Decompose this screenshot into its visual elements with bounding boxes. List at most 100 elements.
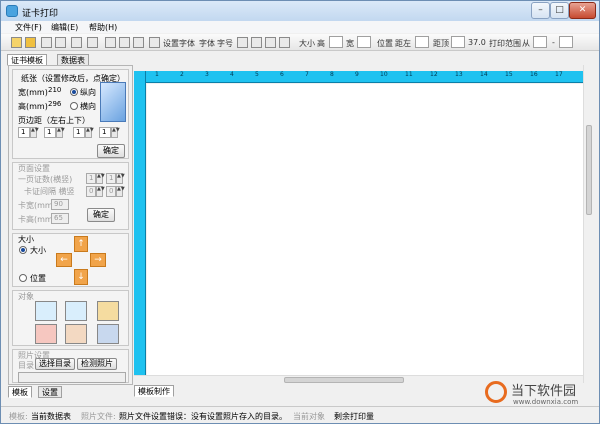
arrow-down-icon[interactable]: ↓ xyxy=(74,269,88,285)
print-from-input[interactable] xyxy=(533,36,547,48)
text-icon[interactable] xyxy=(149,37,160,48)
paper-width-field[interactable]: 210 xyxy=(46,86,66,97)
vertical-ruler xyxy=(134,71,146,376)
per-page-v-spin[interactable]: ▲▼ xyxy=(116,173,125,184)
per-page-v-field[interactable]: 1 xyxy=(106,173,116,184)
margin-left-field[interactable]: 1 xyxy=(18,127,30,138)
page-setup-ok-button[interactable]: 确定 xyxy=(87,208,115,222)
menu-help[interactable]: 帮助(H) xyxy=(89,22,117,33)
paper-group: 纸张（设置修改后，点确定） 宽(mm) 210 纵向 高(mm) 296 横向 … xyxy=(12,69,129,159)
print-icon[interactable] xyxy=(71,37,82,48)
save-as-icon[interactable] xyxy=(55,37,66,48)
position-radio[interactable] xyxy=(19,274,27,282)
minimize-button[interactable]: – xyxy=(531,2,550,19)
gap-h-field[interactable]: 0 xyxy=(86,186,96,197)
paper-ok-button[interactable]: 确定 xyxy=(97,144,125,158)
margin-top-field[interactable]: 1 xyxy=(73,127,85,138)
size-label: 大小 xyxy=(299,39,315,48)
open-icon[interactable] xyxy=(25,37,36,48)
margin-bottom-field[interactable]: 1 xyxy=(99,127,111,138)
card-height-field[interactable]: 65 xyxy=(51,213,69,224)
ruler-tick-label: 7 xyxy=(305,71,309,78)
watermark-url: www.downxia.com xyxy=(513,398,579,406)
shape-object-icon[interactable] xyxy=(97,301,119,321)
gap-v-spin[interactable]: ▲▼ xyxy=(116,186,125,197)
ruler-tick-label: 16 xyxy=(530,71,538,78)
tab-template-design[interactable]: 模板制作 xyxy=(134,385,174,397)
check-photo-button[interactable]: 检测照片 xyxy=(77,358,117,370)
tab-template[interactable]: 模板 xyxy=(8,386,32,398)
align-right-icon[interactable] xyxy=(279,37,290,48)
tab-settings[interactable]: 设置 xyxy=(38,386,62,398)
page-setup-group: 页面设置 一页证数(横竖) 1 ▲▼ 1 ▲▼ 卡证间隔 横竖 0 ▲▼ 0 ▲… xyxy=(12,162,129,230)
align-center-icon[interactable] xyxy=(265,37,276,48)
arrow-left-icon[interactable]: ← xyxy=(56,253,72,267)
vertical-scrollbar[interactable] xyxy=(583,65,593,383)
maximize-button[interactable]: □ xyxy=(550,2,569,19)
left-panel: 纸张（设置修改后，点确定） 宽(mm) 210 纵向 高(mm) 296 横向 … xyxy=(8,65,133,385)
gap-v-field[interactable]: 0 xyxy=(106,186,116,197)
per-page-h-spin[interactable]: ▲▼ xyxy=(96,173,105,184)
height-input[interactable] xyxy=(329,36,343,48)
photo-object-icon[interactable] xyxy=(65,324,87,344)
objects-group: 对象 xyxy=(12,290,129,346)
top-offset-input[interactable] xyxy=(451,36,465,48)
width-input[interactable] xyxy=(357,36,371,48)
top-offset-label: 距顶 xyxy=(433,39,449,48)
margin-right-spin[interactable]: ▲▼ xyxy=(56,127,65,138)
text-object-icon[interactable] xyxy=(35,301,57,321)
save-icon[interactable] xyxy=(41,37,52,48)
watermark-name: 当下软件园 xyxy=(511,384,577,399)
copy-icon[interactable] xyxy=(105,37,116,48)
status-photo-label: 照片文件: xyxy=(81,412,116,421)
image-object-icon[interactable] xyxy=(97,324,119,344)
paper-height-field[interactable]: 296 xyxy=(46,100,66,111)
app-window: 证卡打印 – □ ✕ 文件(F) 编辑(E) 帮助(H) 设置字体 字体 字号 … xyxy=(0,0,600,424)
status-template-label: 模板: xyxy=(9,412,28,421)
status-photo-value: 照片文件设置错误：没有设置照片存入的目录。 xyxy=(119,412,287,421)
portrait-radio[interactable] xyxy=(70,88,78,96)
paste-icon[interactable] xyxy=(119,37,130,48)
vertical-scroll-thumb[interactable] xyxy=(586,125,592,215)
font-size-label[interactable]: 字号 xyxy=(217,38,233,49)
print-to-input[interactable] xyxy=(559,36,573,48)
objects-title: 对象 xyxy=(18,292,34,301)
bold-icon[interactable] xyxy=(237,37,248,48)
gap-h-spin[interactable]: ▲▼ xyxy=(96,186,105,197)
close-button[interactable]: ✕ xyxy=(569,2,596,19)
toolbar: 设置字体 字体 字号 大小 高 宽 位置 距左 距顶 37.0 打印范围 从 - xyxy=(1,34,599,51)
arrow-right-icon[interactable]: → xyxy=(90,253,106,267)
photo-setup-group: 照片设置 目录 选择目录 检测照片 xyxy=(12,349,129,383)
logo-object-icon[interactable] xyxy=(35,324,57,344)
align-left-icon[interactable] xyxy=(251,37,262,48)
set-font-button[interactable]: 设置字体 xyxy=(163,38,195,49)
horizontal-scroll-thumb[interactable] xyxy=(284,377,404,383)
design-canvas[interactable] xyxy=(147,84,583,376)
cut-icon[interactable] xyxy=(133,37,144,48)
from-label: 从 xyxy=(522,39,530,48)
margin-right-field[interactable]: 1 xyxy=(44,127,56,138)
photo-dir-input[interactable] xyxy=(18,372,126,383)
size-option-label: 大小 xyxy=(30,246,46,255)
size-group: 大小 大小 位置 ↑ ← → ↓ xyxy=(12,233,129,287)
card-width-field[interactable]: 90 xyxy=(51,199,69,210)
new-icon[interactable] xyxy=(11,37,22,48)
field-object-icon[interactable] xyxy=(65,301,87,321)
margin-left-spin[interactable]: ▲▼ xyxy=(30,127,39,138)
margin-bottom-spin[interactable]: ▲▼ xyxy=(111,127,120,138)
size-radio[interactable] xyxy=(19,246,27,254)
margin-top-spin[interactable]: ▲▼ xyxy=(85,127,94,138)
ruler-tick-label: 14 xyxy=(480,71,488,78)
menu-file[interactable]: 文件(F) xyxy=(15,22,42,33)
left-offset-input[interactable] xyxy=(415,36,429,48)
menu-edit[interactable]: 编辑(E) xyxy=(51,22,78,33)
per-page-h-field[interactable]: 1 xyxy=(86,173,96,184)
font-label[interactable]: 字体 xyxy=(199,38,215,49)
select-dir-button[interactable]: 选择目录 xyxy=(35,358,75,370)
arrow-up-icon[interactable]: ↑ xyxy=(74,236,88,252)
landscape-radio[interactable] xyxy=(70,102,78,110)
ruler-tick-label: 1 xyxy=(155,71,159,78)
print-range-label: 打印范围 xyxy=(489,39,521,48)
ruler-tick-label: 8 xyxy=(330,71,334,78)
preview-icon[interactable] xyxy=(87,37,98,48)
